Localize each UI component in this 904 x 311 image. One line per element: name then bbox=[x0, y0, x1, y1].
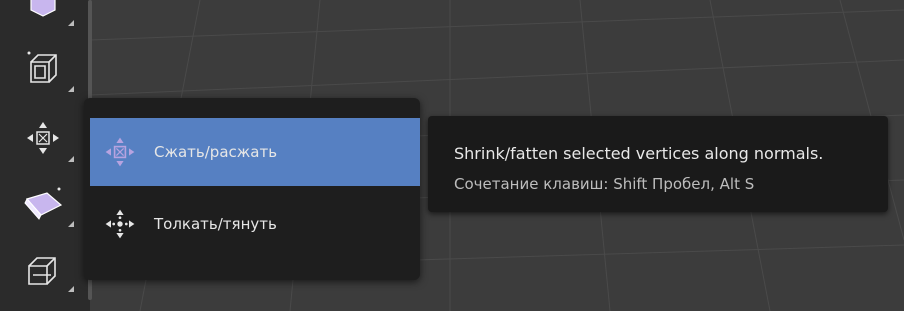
tool-bevel[interactable] bbox=[8, 175, 78, 231]
push-pull-icon bbox=[100, 204, 140, 244]
inset-faces-icon bbox=[27, 51, 57, 83]
tool-extrude-region[interactable] bbox=[8, 0, 78, 30]
loop-cut-icon bbox=[28, 257, 56, 285]
menu-item-label: Сжать/расжать bbox=[154, 143, 278, 161]
tooltip-description: Shrink/fatten selected vertices along no… bbox=[454, 144, 824, 163]
tooltip: Shrink/fatten selected vertices along no… bbox=[428, 116, 888, 212]
bevel-icon bbox=[24, 187, 63, 220]
tool-submenu-indicator bbox=[68, 286, 74, 292]
tooltip-shortcut: Сочетание клавиш: Shift Пробел, Alt S bbox=[454, 175, 755, 193]
menu-item-push-pull[interactable]: Толкать/тянуть bbox=[90, 190, 420, 258]
menu-item-label: Толкать/тянуть bbox=[154, 215, 277, 233]
tool-flyout-menu: Сжать/расжать Толкать/тянуть bbox=[84, 98, 420, 280]
tool-shelf bbox=[0, 0, 92, 311]
tool-shrink-fatten[interactable] bbox=[8, 110, 78, 166]
extrude-region-icon bbox=[30, 0, 56, 17]
shrink-fatten-icon bbox=[27, 122, 59, 154]
tool-inset-faces[interactable] bbox=[8, 40, 78, 96]
shrink-fatten-icon bbox=[100, 132, 140, 172]
tool-submenu-indicator bbox=[68, 20, 74, 26]
menu-item-shrink-fatten[interactable]: Сжать/расжать bbox=[90, 118, 420, 186]
tool-submenu-indicator bbox=[68, 86, 74, 92]
tool-submenu-indicator bbox=[68, 221, 74, 227]
tool-loop-cut[interactable] bbox=[8, 240, 78, 296]
tool-submenu-indicator bbox=[68, 156, 74, 162]
